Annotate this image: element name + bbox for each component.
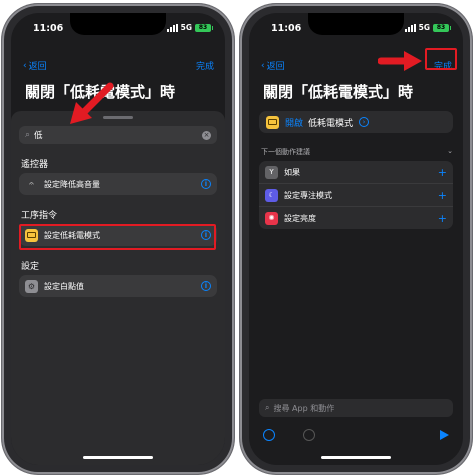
action-verb[interactable]: 開啟	[285, 116, 303, 129]
info-icon[interactable]: i	[201, 281, 211, 291]
action-object[interactable]: 低耗電模式	[308, 116, 353, 129]
suggestion-if[interactable]: Y 如果 +	[259, 161, 453, 184]
chevron-down-icon[interactable]: ⌄	[447, 147, 453, 157]
battery-icon: 83	[195, 23, 213, 32]
action-row-hearing[interactable]: 𝄐 設定降低高音量 i	[19, 173, 217, 195]
search-icon: ⌕	[265, 403, 270, 412]
app-action-search[interactable]: ⌕ 搜尋 App 和動作	[259, 399, 453, 417]
back-button[interactable]: ‹ 返回	[261, 59, 285, 73]
suggestion-label: 設定專注模式	[284, 190, 332, 200]
moon-icon: ☾	[265, 188, 278, 202]
ear-icon: 𝄐	[25, 177, 38, 191]
action-row-white-point[interactable]: ⚙ 設定白點值 i	[19, 275, 217, 297]
battery-icon	[266, 115, 279, 129]
back-label: 返回	[28, 62, 47, 72]
suggestions-label: 下一個動作建議	[261, 148, 310, 156]
action-picker-sheet: ⌕ 低 × 遙控器 𝄐 設定降低高音量 i 工序指令 設定低耗電模式 i 設定 …	[11, 111, 225, 465]
chevron-left-icon: ‹	[261, 60, 265, 71]
suggestion-focus[interactable]: ☾ 設定專注模式 +	[259, 184, 453, 207]
chevron-left-icon: ‹	[23, 60, 27, 71]
status-time: 11:06	[271, 23, 302, 34]
suggestion-brightness[interactable]: ✺ 設定亮度 +	[259, 207, 453, 229]
section-label-remote: 遙控器	[21, 160, 49, 170]
clear-icon[interactable]: ×	[202, 130, 211, 140]
search-input[interactable]: 低	[34, 129, 202, 141]
battery-icon: 83	[433, 23, 451, 32]
editor-toolbar	[249, 429, 463, 445]
red-arrow-icon	[70, 82, 114, 124]
action-label: 設定降低高音量	[44, 179, 100, 189]
plus-icon[interactable]: +	[438, 212, 447, 225]
status-bar: 11:06 5G 83	[11, 23, 225, 37]
plus-icon[interactable]: +	[438, 166, 447, 179]
search-placeholder: 搜尋 App 和動作	[273, 403, 335, 413]
highlight-box	[19, 224, 216, 250]
play-icon[interactable]	[440, 430, 449, 440]
suggestions-list: Y 如果 + ☾ 設定專注模式 + ✺ 設定亮度 +	[259, 161, 453, 229]
done-button[interactable]: 完成	[196, 59, 214, 72]
red-arrow-icon	[378, 51, 422, 71]
phone-right: 11:06 5G 83 ‹ 返回 完成 關閉「低耗電模式」時 開啟 低耗電模式 …	[240, 4, 472, 474]
network-label: 5G	[180, 23, 192, 32]
suggestions-header[interactable]: 下一個動作建議 ⌄	[261, 147, 453, 157]
signal-icon	[404, 23, 416, 32]
suggestion-label: 設定亮度	[284, 213, 316, 223]
redo-icon[interactable]	[303, 429, 315, 441]
brightness-icon: ✺	[265, 211, 278, 225]
action-card-low-power[interactable]: 開啟 低耗電模式 ›	[259, 111, 453, 133]
screen-right: 11:06 5G 83 ‹ 返回 完成 關閉「低耗電模式」時 開啟 低耗電模式 …	[249, 13, 463, 465]
if-icon: Y	[265, 165, 278, 179]
status-bar: 11:06 5G 83	[249, 23, 463, 37]
info-icon[interactable]: i	[201, 179, 211, 189]
section-label-settings: 設定	[21, 262, 40, 272]
highlight-box	[425, 48, 457, 70]
settings-icon: ⚙	[25, 279, 38, 293]
undo-icon[interactable]	[263, 429, 275, 441]
page-title: 關閉「低耗電模式」時	[263, 83, 414, 101]
status-time: 11:06	[33, 23, 64, 34]
action-label: 設定白點值	[44, 281, 84, 291]
back-button[interactable]: ‹ 返回	[23, 59, 47, 73]
network-label: 5G	[418, 23, 430, 32]
back-label: 返回	[266, 62, 285, 72]
home-indicator	[83, 456, 153, 459]
search-field[interactable]: ⌕ 低 ×	[19, 126, 217, 144]
suggestion-label: 如果	[284, 167, 300, 177]
plus-icon[interactable]: +	[438, 189, 447, 202]
chevron-right-icon[interactable]: ›	[359, 117, 370, 127]
home-indicator	[321, 456, 391, 459]
signal-icon	[166, 23, 178, 32]
search-icon: ⌕	[25, 130, 31, 140]
section-label-scripting: 工序指令	[21, 211, 58, 221]
